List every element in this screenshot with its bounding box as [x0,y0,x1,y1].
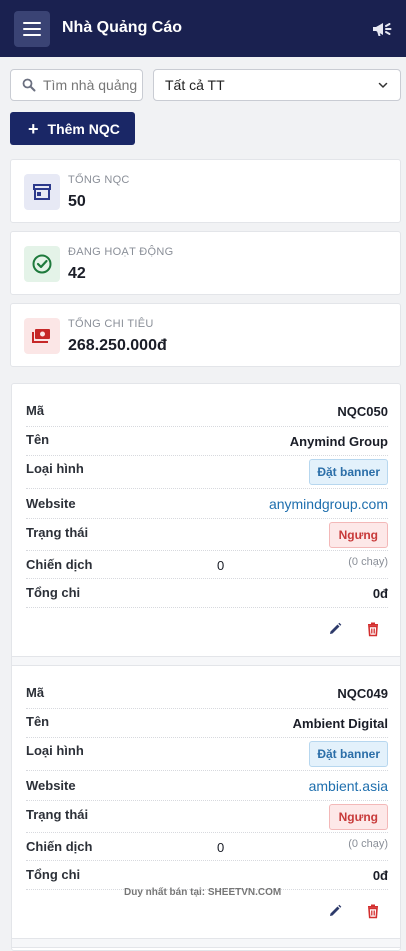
add-advertiser-button[interactable]: + Thêm NQC [10,112,135,145]
field-label: Loại hình [26,461,84,476]
field-row-code: Mã NQC049 [26,682,388,709]
field-label: Website [26,496,76,511]
field-row-campaigns: Chiến dịch 0 (0 chạy) [26,833,388,861]
advertiser-name: Anymind Group [289,434,388,449]
money-icon [24,318,60,354]
check-circle-icon [24,246,60,282]
stat-label: Tổng chi tiêu [68,318,154,330]
status-filter-value: Tất cả TT [165,77,225,93]
website-link[interactable]: anymindgroup.com [269,496,388,512]
card-actions [327,903,387,923]
field-label: Chiến dịch [26,839,93,854]
website-link[interactable]: ambient.asia [309,778,388,794]
running-count: (0 chạy) [348,556,388,568]
add-advertiser-label: Thêm NQC [47,120,120,137]
field-label: Mã [26,685,45,700]
total-spend-value: 0đ [372,868,388,883]
campaign-count: 0 [217,840,225,855]
total-spend-value: 0đ [372,586,388,601]
stat-card-spend: Tổng chi tiêu 268.250.000đ [10,303,401,367]
field-row-website: Website anymindgroup.com [26,489,388,519]
watermark-text: Duy nhất bán tại: SHEETVN.COM [124,887,282,898]
hamburger-menu-button[interactable] [14,11,50,47]
field-label: Tổng chi [26,867,81,882]
page-title: Nhà Quảng Cáo [62,19,183,36]
search-icon [22,78,36,92]
running-count: (0 chạy) [348,838,388,850]
field-row-status: Trạng thái Ngưng [26,801,388,833]
field-row-total-spend: Tổng chi 0đ [26,861,388,890]
stat-card-total: Tổng NQC 50 [10,159,401,223]
status-filter-select[interactable]: Tất cả TT [153,69,401,101]
field-row-type: Loại hình Đặt banner [26,738,388,771]
field-row-code: Mã NQC050 [26,400,388,427]
field-label: Trạng thái [26,525,89,540]
field-label: Chiến dịch [26,557,93,572]
card-divider [12,938,400,948]
megaphone-icon[interactable] [370,17,394,41]
status-badge: Ngưng [328,522,388,548]
type-badge: Đặt banner [309,741,388,767]
stat-value: 268.250.000đ [68,337,167,354]
stat-value: 42 [68,265,86,282]
stat-label: Đang hoạt động [68,246,174,258]
field-label: Trạng thái [26,807,89,822]
search-box[interactable] [10,69,143,101]
field-row-campaigns: Chiến dịch 0 (0 chạy) [26,551,388,579]
card-actions [327,621,387,641]
field-label: Tên [26,714,50,729]
advertiser-card: Mã NQC050 Tên Anymind Group Loại hình Đặ… [13,384,401,656]
campaign-count: 0 [217,558,225,573]
field-label: Tên [26,432,50,447]
chevron-down-icon [378,82,388,88]
field-label: Mã [26,403,45,418]
storefront-icon [24,174,60,210]
edit-icon[interactable] [327,621,343,637]
edit-icon[interactable] [327,903,343,919]
app-header: Nhà Quảng Cáo [0,0,406,57]
field-row-status: Trạng thái Ngưng [26,519,388,551]
advertiser-list: Mã NQC050 Tên Anymind Group Loại hình Đặ… [11,383,401,951]
stat-card-active: Đang hoạt động 42 [10,231,401,295]
field-row-website: Website ambient.asia [26,771,388,801]
search-input[interactable] [43,77,139,93]
advertiser-code: NQC049 [337,686,388,701]
stat-label: Tổng NQC [68,174,130,186]
field-label: Tổng chi [26,585,81,600]
hamburger-menu-icon [23,22,41,36]
field-row-total-spend: Tổng chi 0đ [26,579,388,608]
delete-icon[interactable] [365,903,381,919]
advertiser-code: NQC050 [337,404,388,419]
delete-icon[interactable] [365,621,381,637]
card-divider [12,656,400,666]
field-label: Website [26,778,76,793]
field-label: Loại hình [26,743,84,758]
plus-icon: + [28,118,39,139]
advertiser-name: Ambient Digital [292,716,388,731]
stat-value: 50 [68,193,86,210]
field-row-type: Loại hình Đặt banner [26,456,388,489]
type-badge: Đặt banner [309,459,388,485]
field-row-name: Tên Ambient Digital [26,709,388,738]
field-row-name: Tên Anymind Group [26,427,388,456]
status-badge: Ngưng [328,804,388,830]
